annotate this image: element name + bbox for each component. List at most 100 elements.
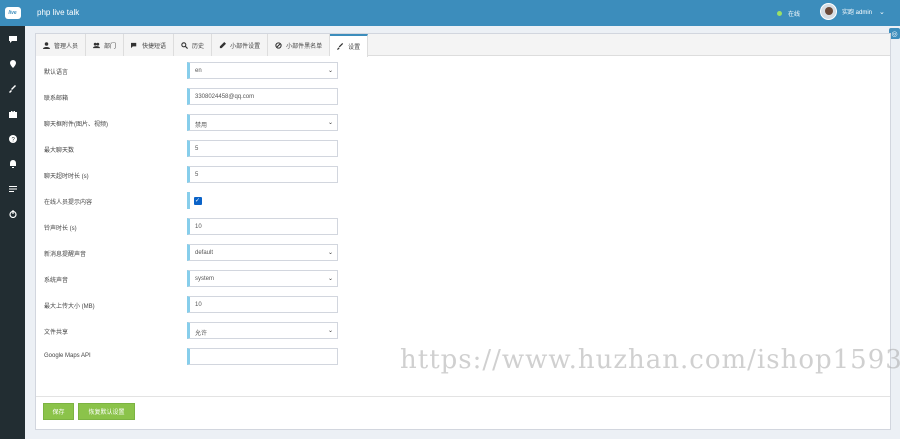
sidebar-item-logout[interactable]	[0, 201, 25, 226]
label-google-maps-api: Google Maps API	[44, 353, 91, 359]
row-file-share: 文件共享 允许 ⌄	[44, 322, 344, 339]
help-icon: ?	[8, 134, 17, 143]
input-value: 5	[195, 172, 199, 178]
wrench-icon	[8, 84, 16, 93]
row-chat-attachments: 聊天框附件(图片、视频) 禁用 ⌄	[44, 114, 344, 131]
tab-label: 历史	[192, 43, 205, 50]
label-contact-email: 联系邮箱	[44, 96, 69, 102]
sidebar-item-help[interactable]: ?	[0, 126, 25, 151]
ban-icon	[275, 41, 282, 49]
chevron-down-icon: ⌄	[327, 120, 333, 126]
tab-label: 设置	[348, 45, 361, 51]
sidebar: ?	[0, 26, 25, 439]
select-default-language[interactable]: en ⌄	[187, 62, 338, 79]
online-status[interactable]: 在线	[777, 9, 800, 18]
select-value: 禁用	[195, 123, 208, 129]
tab-label: 小部件黑名单	[286, 43, 323, 50]
tab-departments[interactable]: 部门	[86, 34, 125, 56]
input-contact-email[interactable]: 3308024458@qq.com	[187, 88, 338, 105]
user-icon	[43, 41, 50, 49]
checkbox-show-text[interactable]: ✓	[193, 196, 202, 205]
label-chat-attachments: 聊天框附件(图片、视频)	[44, 122, 108, 128]
tab-label: 小部件设置	[230, 43, 261, 50]
input-value: 10	[195, 302, 202, 308]
tab-operators[interactable]: 管理人员	[36, 34, 87, 56]
row-message-sound: 系统声音 system ⌄	[44, 270, 344, 287]
tab-bar: 管理人员 部门 快捷短语 历史 小部件设置 小部件黑名单 设置	[36, 34, 890, 57]
top-bar: live php live talk 在线 实跑 admin ⌄	[0, 0, 900, 26]
select-file-share[interactable]: 允许 ⌄	[187, 322, 338, 339]
status-label: 在线	[788, 12, 801, 18]
row-ringtone-time: 铃声时长 (s) 10	[44, 218, 344, 235]
sidebar-item-location[interactable]	[0, 51, 25, 76]
bell-icon	[9, 159, 16, 168]
pencil-icon	[219, 41, 227, 48]
chevron-down-icon: ⌄	[327, 276, 333, 282]
watermark: https://www.huzhan.com/ishop15931	[400, 345, 900, 375]
sidebar-item-settings[interactable]	[0, 76, 25, 101]
input-ringtone-time[interactable]: 10	[187, 218, 338, 235]
restore-defaults-button[interactable]: 恢复默认设置	[78, 403, 135, 420]
location-icon	[9, 59, 16, 68]
tab-label: 部门	[104, 43, 117, 50]
row-show-text: 在线人员提示内容 ✓	[44, 192, 344, 209]
row-max-chat-count: 最大聊天数 5	[44, 140, 344, 157]
save-button[interactable]: 保存	[43, 403, 74, 420]
avatar	[820, 3, 837, 20]
row-default-language: 默认语言 en ⌄	[44, 62, 344, 79]
online-dot-icon	[777, 11, 782, 16]
tab-label: 快捷短语	[142, 43, 167, 50]
tab-settings[interactable]: 设置	[330, 34, 369, 57]
logo[interactable]: live	[0, 0, 25, 26]
select-chat-attachments[interactable]: 禁用 ⌄	[187, 114, 338, 131]
list-icon	[8, 185, 17, 192]
sidebar-item-chat[interactable]	[0, 26, 25, 51]
label-default-language: 默认语言	[44, 70, 69, 76]
select-value: default	[195, 250, 214, 256]
users-icon	[93, 42, 101, 48]
sidebar-item-notifications[interactable]	[0, 151, 25, 176]
logo-badge: live	[4, 7, 21, 19]
briefcase-icon	[8, 110, 17, 118]
input-max-upload[interactable]: 10	[187, 296, 338, 313]
sidebar-item-briefcase[interactable]	[0, 101, 25, 126]
tab-quick-phrases[interactable]: 快捷短语	[124, 34, 175, 56]
label-max-chat-count: 最大聊天数	[44, 148, 75, 154]
input-value: 5	[195, 146, 199, 152]
input-max-chat-count[interactable]: 5	[187, 140, 338, 157]
input-value: 3308024458@qq.com	[195, 94, 255, 100]
label-ringtone-time: 铃声时长 (s)	[44, 226, 77, 232]
chevron-down-icon: ⌄	[879, 8, 885, 16]
wrench-icon	[337, 43, 344, 50]
input-chat-time[interactable]: 5	[187, 166, 338, 183]
tab-history[interactable]: 历史	[174, 34, 213, 56]
row-max-upload: 最大上传大小 (MB) 10	[44, 296, 344, 313]
comments-icon	[131, 42, 137, 48]
select-message-sound[interactable]: system ⌄	[187, 270, 338, 287]
row-contact-email: 联系邮箱 3308024458@qq.com	[44, 88, 344, 105]
row-chat-time: 聊天超时时长 (s) 5	[44, 166, 344, 183]
label-max-upload: 最大上传大小 (MB)	[44, 304, 95, 310]
chevron-down-icon: ⌄	[327, 328, 333, 334]
search-icon	[181, 41, 189, 49]
power-icon	[8, 209, 17, 218]
tab-widget-settings[interactable]: 小部件设置	[212, 34, 269, 56]
select-value: 允许	[195, 331, 208, 337]
select-new-message-sound[interactable]: default ⌄	[187, 244, 338, 261]
app-title: php live talk	[37, 8, 80, 17]
select-value: en	[195, 68, 202, 74]
user-menu[interactable]: 实跑 admin ⌄	[820, 3, 885, 20]
checkbox-wrapper: ✓	[187, 192, 205, 209]
input-value: 10	[195, 224, 202, 230]
label-chat-time: 聊天超时时长 (s)	[44, 174, 89, 180]
input-google-maps-api[interactable]	[187, 348, 338, 365]
tab-widget-blacklist[interactable]: 小部件黑名单	[268, 34, 331, 56]
form-footer-divider	[36, 396, 890, 397]
label-file-share: 文件共享	[44, 330, 69, 336]
label-message-sound: 系统声音	[44, 278, 69, 284]
chevron-down-icon: ⌄	[327, 250, 333, 256]
label-new-message-sound: 新消息提醒声音	[44, 252, 87, 258]
sidebar-item-list[interactable]	[0, 176, 25, 201]
chevron-down-icon: ⌄	[327, 68, 333, 74]
user-name: 实跑 admin	[842, 10, 873, 16]
